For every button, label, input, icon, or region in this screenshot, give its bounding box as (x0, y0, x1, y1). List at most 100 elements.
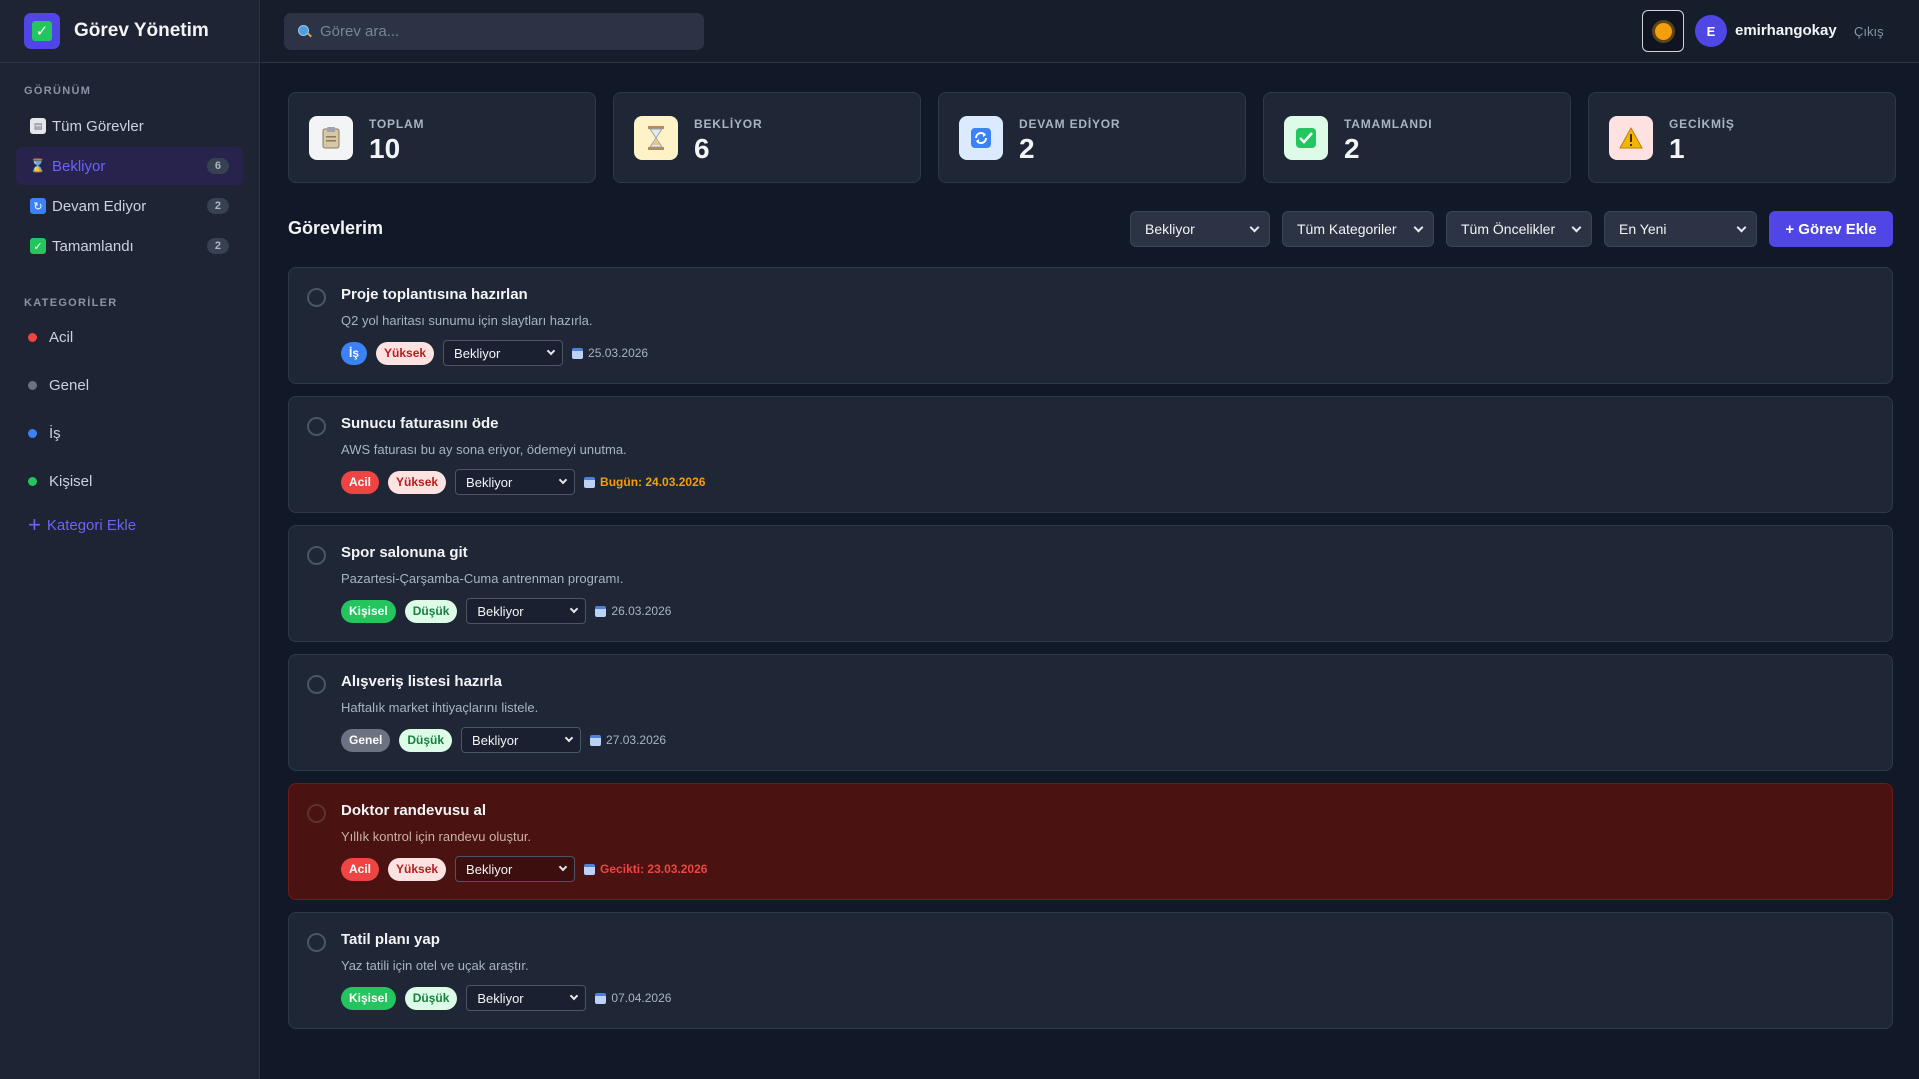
category-item-kisisel[interactable]: Kişisel (16, 457, 243, 505)
task-meta: Acil Yüksek Bekliyor Bugün: 24.03.2026 (341, 469, 705, 495)
count-badge: 2 (206, 198, 229, 214)
priority-badge: Yüksek (388, 470, 447, 494)
task-status-input[interactable]: Bekliyor (466, 598, 587, 624)
task-complete-toggle[interactable] (307, 675, 326, 694)
task-description: Yıllık kontrol için randevu oluştur. (341, 829, 532, 844)
add-category-button[interactable]: + Kategori Ekle (16, 505, 243, 545)
sort-select-input[interactable]: En Yeni (1604, 211, 1757, 247)
stat-value: 2 (1019, 133, 1035, 164)
check-icon (1284, 116, 1328, 160)
task-status-select[interactable]: Bekliyor (443, 340, 564, 366)
task-description: Q2 yol haritası sunumu için slaytları ha… (341, 313, 593, 328)
category-filter-select[interactable]: Tüm Kategoriler (1282, 211, 1434, 247)
sidebar-item-pending[interactable]: ⌛ Bekliyor 6 (16, 147, 243, 185)
hourglass-icon (634, 116, 678, 160)
task-meta: Kişisel Düşük Bekliyor 26.03.2026 (341, 598, 671, 624)
status-filter-select[interactable]: Bekliyor (1130, 211, 1270, 247)
task-card: Alışveriş listesi hazırla Haftalık marke… (288, 654, 1893, 771)
sort-select[interactable]: En Yeni (1604, 211, 1757, 247)
task-status-select[interactable]: Bekliyor (466, 598, 587, 624)
category-badge: Acil (341, 470, 380, 494)
stat-label: TOPLAM (369, 117, 425, 131)
logout-link[interactable]: Çıkış (1854, 24, 1884, 39)
username: emirhangokay (1735, 22, 1837, 39)
check-icon: ✓ (30, 238, 46, 254)
theme-toggle-button[interactable] (1642, 10, 1684, 52)
calendar-icon (572, 347, 584, 359)
category-label: İş (49, 424, 61, 442)
task-status-input[interactable]: Bekliyor (455, 469, 576, 495)
sidebar-item-label: Bekliyor (52, 157, 106, 175)
due-date: Gecikti: 23.03.2026 (600, 862, 708, 876)
sidebar-item-completed[interactable]: ✓ Tamamlandı 2 (16, 227, 243, 265)
task-card: Tatil planı yap Yaz tatili için otel ve … (288, 912, 1893, 1029)
status-filter[interactable]: Bekliyor (1130, 211, 1270, 247)
task-card: Proje toplantısına hazırlan Q2 yol harit… (288, 267, 1893, 384)
category-dot (28, 380, 37, 390)
task-card: Sunucu faturasını öde AWS faturası bu ay… (288, 396, 1893, 513)
calendar-icon (584, 863, 596, 875)
priority-badge: Düşük (404, 986, 458, 1010)
task-card-overdue: Doktor randevusu al Yıllık kontrol için … (288, 783, 1893, 900)
task-title: Doktor randevusu al (341, 802, 487, 819)
task-complete-toggle[interactable] (307, 288, 326, 307)
sidebar-item-all-tasks[interactable]: ▤ Tüm Görevler (16, 107, 243, 145)
stat-label: BEKLİYOR (694, 117, 763, 131)
stat-card-total: TOPLAM 10 (288, 92, 596, 183)
category-item-acil[interactable]: Acil (16, 313, 243, 361)
task-status-select[interactable]: Bekliyor (461, 727, 582, 753)
task-title: Proje toplantısına hazırlan (341, 286, 528, 303)
plus-icon: + (28, 512, 41, 537)
task-title: Alışveriş listesi hazırla (341, 673, 502, 690)
stat-value: 6 (694, 133, 710, 164)
task-complete-toggle[interactable] (307, 804, 326, 823)
task-status-select[interactable]: Bekliyor (455, 856, 576, 882)
category-dot (28, 332, 37, 342)
clipboard-icon: ▤ (30, 118, 46, 134)
task-title: Tatil planı yap (341, 931, 440, 948)
task-complete-toggle[interactable] (307, 546, 326, 565)
task-meta: Kişisel Düşük Bekliyor 07.04.2026 (341, 985, 671, 1011)
category-badge: Kişisel (341, 986, 396, 1010)
task-description: Haftalık market ihtiyaçlarını listele. (341, 700, 539, 715)
task-complete-toggle[interactable] (307, 417, 326, 436)
stat-label: GECİKMİŞ (1669, 117, 1735, 131)
sidebar: ✓ Görev Yönetim GÖRÜNÜM ▤ Tüm Görevler ⌛… (0, 0, 260, 1079)
priority-filter-select[interactable]: Tüm Öncelikler (1446, 211, 1592, 247)
task-status-input[interactable]: Bekliyor (466, 985, 587, 1011)
priority-badge: Yüksek (388, 857, 447, 881)
task-status-select[interactable]: Bekliyor (455, 469, 576, 495)
stat-value: 10 (369, 133, 401, 164)
task-description: Yaz tatili için otel ve uçak araştır. (341, 958, 529, 973)
brand: ✓ Görev Yönetim (0, 0, 259, 63)
count-badge: 2 (206, 238, 229, 254)
calendar-icon (595, 605, 607, 617)
task-status-input[interactable]: Bekliyor (455, 856, 576, 882)
task-status-input[interactable]: Bekliyor (461, 727, 582, 753)
avatar[interactable]: E (1695, 15, 1727, 47)
priority-badge: Düşük (404, 599, 458, 623)
search-box[interactable] (284, 13, 704, 50)
task-complete-toggle[interactable] (307, 933, 326, 952)
add-task-button[interactable]: + Görev Ekle (1769, 211, 1893, 247)
category-badge: Kişisel (341, 599, 396, 623)
stat-label: DEVAM EDİYOR (1019, 117, 1121, 131)
stat-label: TAMAMLANDI (1344, 117, 1433, 131)
task-description: AWS faturası bu ay sona eriyor, ödemeyi … (341, 442, 627, 457)
task-meta: İş Yüksek Bekliyor 25.03.2026 (341, 340, 648, 366)
task-status-select[interactable]: Bekliyor (466, 985, 587, 1011)
search-input[interactable] (320, 23, 690, 40)
sidebar-item-in-progress[interactable]: ↻ Devam Ediyor 2 (16, 187, 243, 225)
task-title: Spor salonuna git (341, 544, 468, 561)
refresh-icon (959, 116, 1003, 160)
category-item-genel[interactable]: Genel (16, 361, 243, 409)
count-badge: 6 (206, 158, 229, 174)
stat-card-overdue: GECİKMİŞ 1 (1588, 92, 1896, 183)
task-status-input[interactable]: Bekliyor (443, 340, 564, 366)
priority-filter[interactable]: Tüm Öncelikler (1446, 211, 1592, 247)
due-date: Bugün: 24.03.2026 (600, 475, 706, 489)
category-filter[interactable]: Tüm Kategoriler (1282, 211, 1434, 247)
category-item-is[interactable]: İş (16, 409, 243, 457)
stat-card-in-progress: DEVAM EDİYOR 2 (938, 92, 1246, 183)
page-title: Görevlerim (288, 218, 384, 238)
